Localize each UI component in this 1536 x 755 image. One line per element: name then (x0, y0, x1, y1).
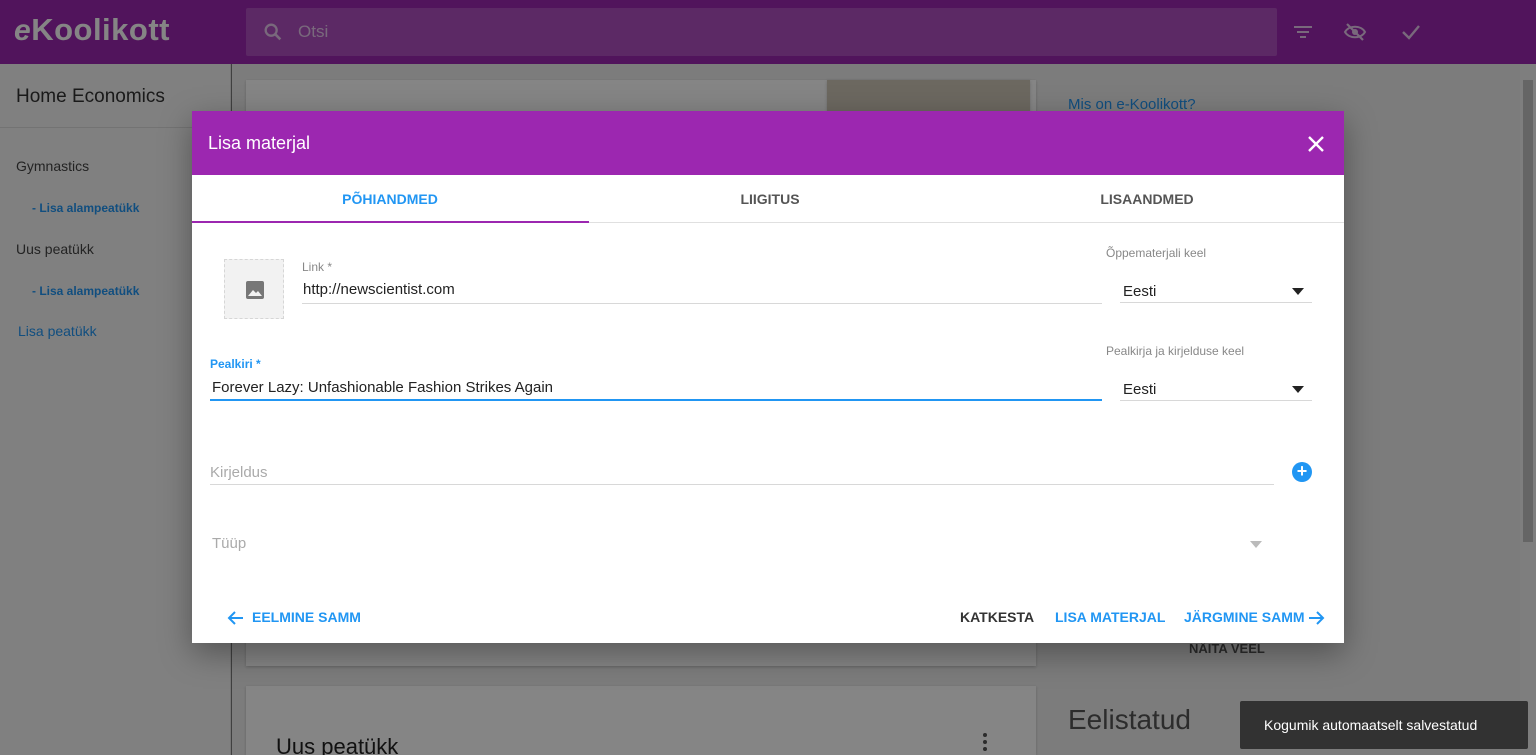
arrow-back-icon[interactable] (227, 609, 245, 627)
material-language-select[interactable]: Eesti (1123, 283, 1156, 300)
chevron-down-icon[interactable] (1292, 386, 1304, 393)
snackbar-text: Kogumik automaatselt salvestatud (1264, 717, 1478, 733)
type-select[interactable]: Tüüp (212, 535, 246, 552)
material-language-underline (1120, 302, 1312, 303)
title-language-select[interactable]: Eesti (1123, 381, 1156, 398)
title-language-underline (1120, 400, 1312, 401)
title-input[interactable]: Forever Lazy: Unfashionable Fashion Stri… (212, 379, 553, 396)
tab-indicator (192, 221, 589, 223)
next-step-button[interactable]: JÄRGMINE SAMM (1184, 609, 1305, 625)
link-input[interactable]: http://newscientist.com (303, 281, 455, 298)
chevron-down-icon[interactable] (1292, 288, 1304, 295)
thumbnail-upload[interactable] (224, 259, 284, 319)
description-input[interactable]: Kirjeldus (210, 464, 268, 481)
tab-lisaandmed[interactable]: LISAANDMED (955, 175, 1339, 223)
tab-liigitus[interactable]: LIIGITUS (578, 175, 962, 223)
dialog-tabs: PÕHIANDMED LIIGITUS LISAANDMED (192, 175, 1344, 223)
add-material-dialog: Lisa materjal PÕHIANDMED LIIGITUS LISAAN… (192, 111, 1344, 643)
add-description-icon[interactable]: + (1292, 462, 1312, 482)
arrow-forward-icon[interactable] (1307, 609, 1325, 627)
dialog-title: Lisa materjal (208, 133, 311, 153)
chevron-down-icon[interactable] (1250, 541, 1262, 548)
add-material-button[interactable]: LISA MATERJAL (1055, 609, 1165, 625)
tab-pohiandmed[interactable]: PÕHIANDMED (198, 175, 582, 223)
close-icon[interactable] (1304, 132, 1328, 156)
link-label: Link * (302, 260, 333, 274)
image-icon (246, 281, 264, 299)
title-label: Pealkiri * (210, 357, 261, 371)
material-language-label: Õppematerjali keel (1106, 246, 1207, 260)
snackbar: Kogumik automaatselt salvestatud (1240, 701, 1528, 749)
link-underline (302, 303, 1102, 304)
cancel-button[interactable]: KATKESTA (960, 609, 1034, 625)
title-underline (210, 399, 1102, 401)
previous-step-button[interactable]: EELMINE SAMM (252, 609, 361, 625)
title-language-label: Pealkirja ja kirjelduse keel (1106, 344, 1245, 358)
dialog-header: Lisa materjal (192, 111, 1344, 175)
description-underline (210, 484, 1274, 485)
